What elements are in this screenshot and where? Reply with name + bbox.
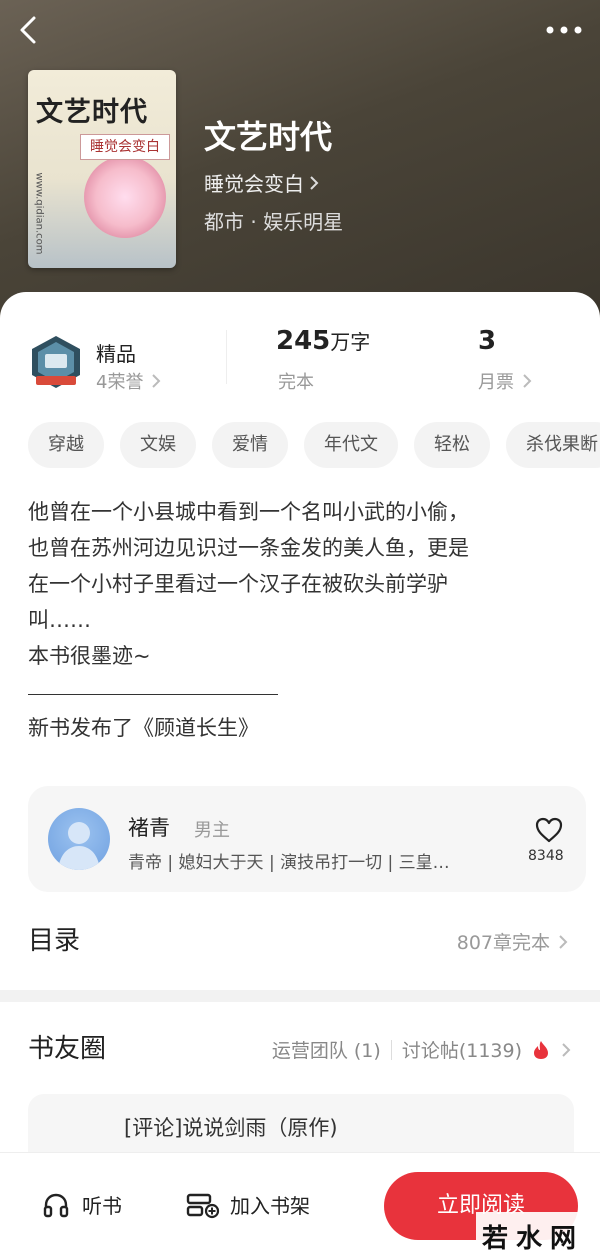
cover-url: www.qidian.com xyxy=(33,172,45,255)
tag[interactable]: 爱情 xyxy=(212,422,288,468)
cover-title: 文艺时代 xyxy=(36,97,148,128)
cover-author: 睡觉会变白 xyxy=(80,134,170,160)
book-title: 文艺时代 xyxy=(204,118,333,156)
circle-posts: 讨论帖(1139) xyxy=(401,1040,522,1062)
chevron-right-icon xyxy=(559,934,568,949)
circle-team: 运营团队 (1) xyxy=(271,1040,381,1062)
monthly-tickets-count: 3 xyxy=(478,326,497,356)
person-icon xyxy=(58,822,100,870)
intro-separator xyxy=(28,674,568,710)
book-cover[interactable]: 文艺时代 睡觉会变白 www.qidian.com xyxy=(28,70,176,268)
book-intro[interactable]: 他曾在一个小县城中看到一个名叫小武的小偷， 也曾在苏州河边见识过一条金发的美人鱼… xyxy=(28,494,568,746)
monthly-tickets-label: 月票 xyxy=(478,372,514,393)
more-icon[interactable] xyxy=(544,20,584,40)
main-character-card[interactable]: 褚青 男主 青帝 | 媳妇大于天 | 演技吊打一切 | 三皇… 8348 xyxy=(28,786,586,892)
book-genre: 都市 · 娱乐明星 xyxy=(204,210,344,234)
intro-line: 本书很墨迹~ xyxy=(28,644,151,668)
character-name: 褚青 xyxy=(128,816,170,840)
character-gender: 男主 xyxy=(194,820,230,841)
listen-label: 听书 xyxy=(82,1194,122,1218)
circle-meta[interactable]: 运营团队 (1) 讨论帖(1139) xyxy=(272,1036,572,1063)
author-name: 睡觉会变白 xyxy=(204,172,304,196)
cover-flower xyxy=(84,156,166,238)
quality-badge-icon[interactable] xyxy=(28,334,84,390)
tag[interactable]: 轻松 xyxy=(414,422,490,468)
chevron-right-icon xyxy=(523,374,532,388)
intro-line: 他曾在一个小县城中看到一个名叫小武的小偷， xyxy=(28,500,469,524)
intro-line: 叫…… xyxy=(28,608,91,632)
add-to-shelf-button[interactable]: 加入书架 xyxy=(186,1190,310,1219)
word-count: 245万字 xyxy=(276,326,370,356)
chevron-right-icon xyxy=(562,1042,571,1057)
word-count-unit: 万字 xyxy=(330,330,371,354)
back-icon[interactable] xyxy=(14,14,46,46)
tag[interactable]: 文娱 xyxy=(120,422,196,468)
word-count-value: 245 xyxy=(276,326,331,356)
stats-divider xyxy=(226,330,227,384)
intro-new-book: 新书发布了《顾道长生》 xyxy=(28,716,259,740)
avatar xyxy=(48,808,110,870)
circle-title[interactable]: 书友圈 xyxy=(28,1028,106,1065)
tag[interactable]: 杀伐果断 xyxy=(506,422,600,468)
post-title: [评论]说说剑雨（原作) xyxy=(124,1116,338,1140)
watermark: 若水网 xyxy=(476,1212,600,1259)
watermark-text: 若水网 xyxy=(482,1224,585,1254)
author-link[interactable]: 睡觉会变白 xyxy=(204,168,320,197)
quality-label: 精品 xyxy=(96,342,136,366)
tag-list: 穿越 文娱 爱情 年代文 轻松 杀伐果断 xyxy=(28,422,600,470)
tag[interactable]: 穿越 xyxy=(28,422,104,468)
intro-line: 也曾在苏州河边见识过一条金发的美人鱼，更是 xyxy=(28,536,469,560)
headphones-icon xyxy=(43,1193,69,1217)
fire-icon xyxy=(534,1040,548,1059)
tag[interactable]: 年代文 xyxy=(304,422,398,468)
toc-link[interactable]: 807章完本 xyxy=(457,928,570,955)
toc-title[interactable]: 目录 xyxy=(28,920,80,957)
toc-summary: 807章完本 xyxy=(456,932,550,954)
character-desc: 青帝 | 媳妇大于天 | 演技吊打一切 | 三皇… xyxy=(128,853,450,873)
book-status: 完本 xyxy=(278,372,314,393)
listen-button[interactable]: 听书 xyxy=(42,1190,122,1219)
heart-icon[interactable] xyxy=(534,816,564,844)
add-shelf-icon xyxy=(186,1193,220,1218)
character-likes: 8348 xyxy=(528,848,564,864)
chevron-right-icon xyxy=(310,175,319,190)
add-shelf-label: 加入书架 xyxy=(230,1194,310,1218)
circle-divider xyxy=(390,1039,392,1060)
intro-line: 在一个小村子里看过一个汉子在被砍头前学驴 xyxy=(28,572,448,596)
monthly-tickets-link[interactable]: 月票 xyxy=(478,368,536,394)
section-gap xyxy=(0,990,600,1002)
honors-link[interactable]: 4荣誉 xyxy=(96,368,165,394)
honors-label: 4荣誉 xyxy=(96,372,144,393)
chevron-right-icon xyxy=(152,374,161,388)
